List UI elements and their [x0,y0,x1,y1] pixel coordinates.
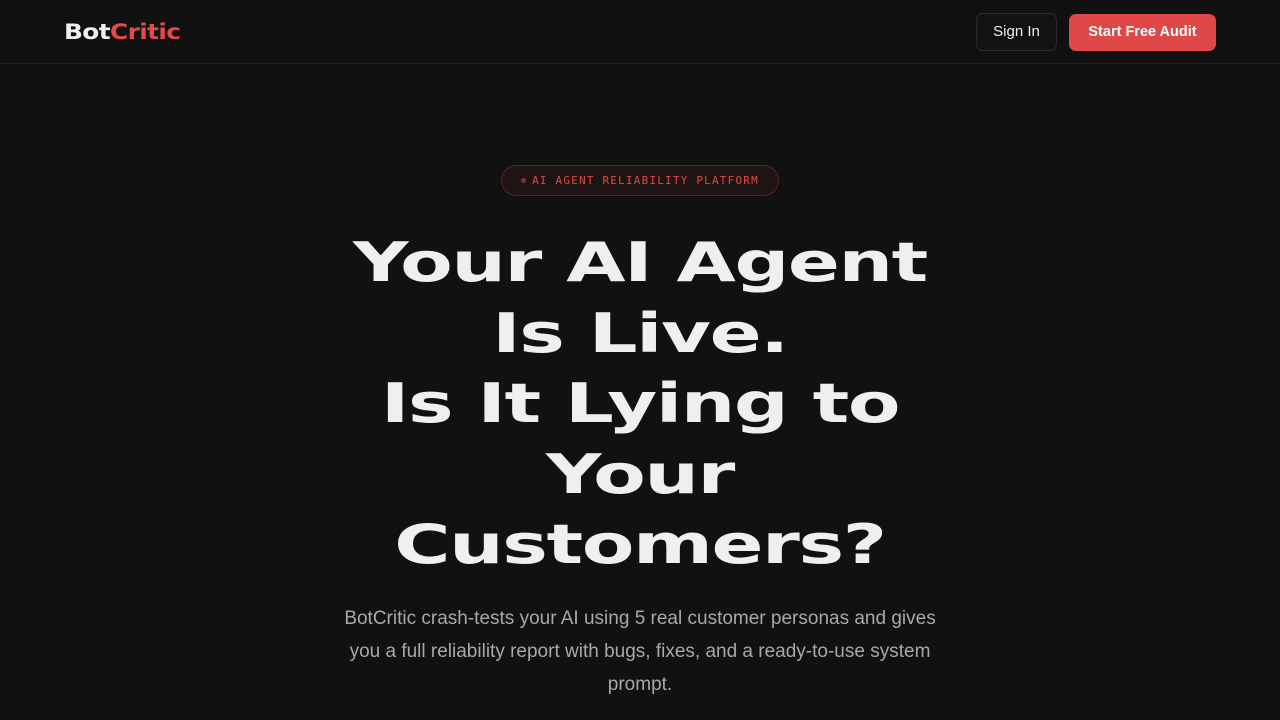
headline-line-5: Customers? [394,513,887,576]
badge-text: AI AGENT RELIABILITY PLATFORM [532,174,759,187]
hero-headline: Your AI Agent Is Live. Is It Lying to Yo… [240,228,1040,581]
sign-in-button[interactable]: Sign In [976,13,1057,51]
headline-line-3: Is It Lying to [380,372,901,435]
headline-line-2: Is Live. [492,301,789,365]
hero-subtitle: BotCritic crash-tests your AI using 5 re… [344,608,936,695]
top-navigation-bar: BotCritic Sign In Start Free Audit [0,0,1280,64]
botcritic-logo[interactable]: BotCritic [64,18,181,46]
logo-text-critic: Critic [110,20,181,44]
logo-text-bot: Bot [64,20,111,44]
headline-line-1: Your AI Agent [353,231,928,294]
start-free-audit-button[interactable]: Start Free Audit [1069,14,1216,51]
platform-badge: AI AGENT RELIABILITY PLATFORM [501,165,779,196]
badge-dot-icon [521,177,527,183]
headline-line-4: Your [546,442,735,506]
